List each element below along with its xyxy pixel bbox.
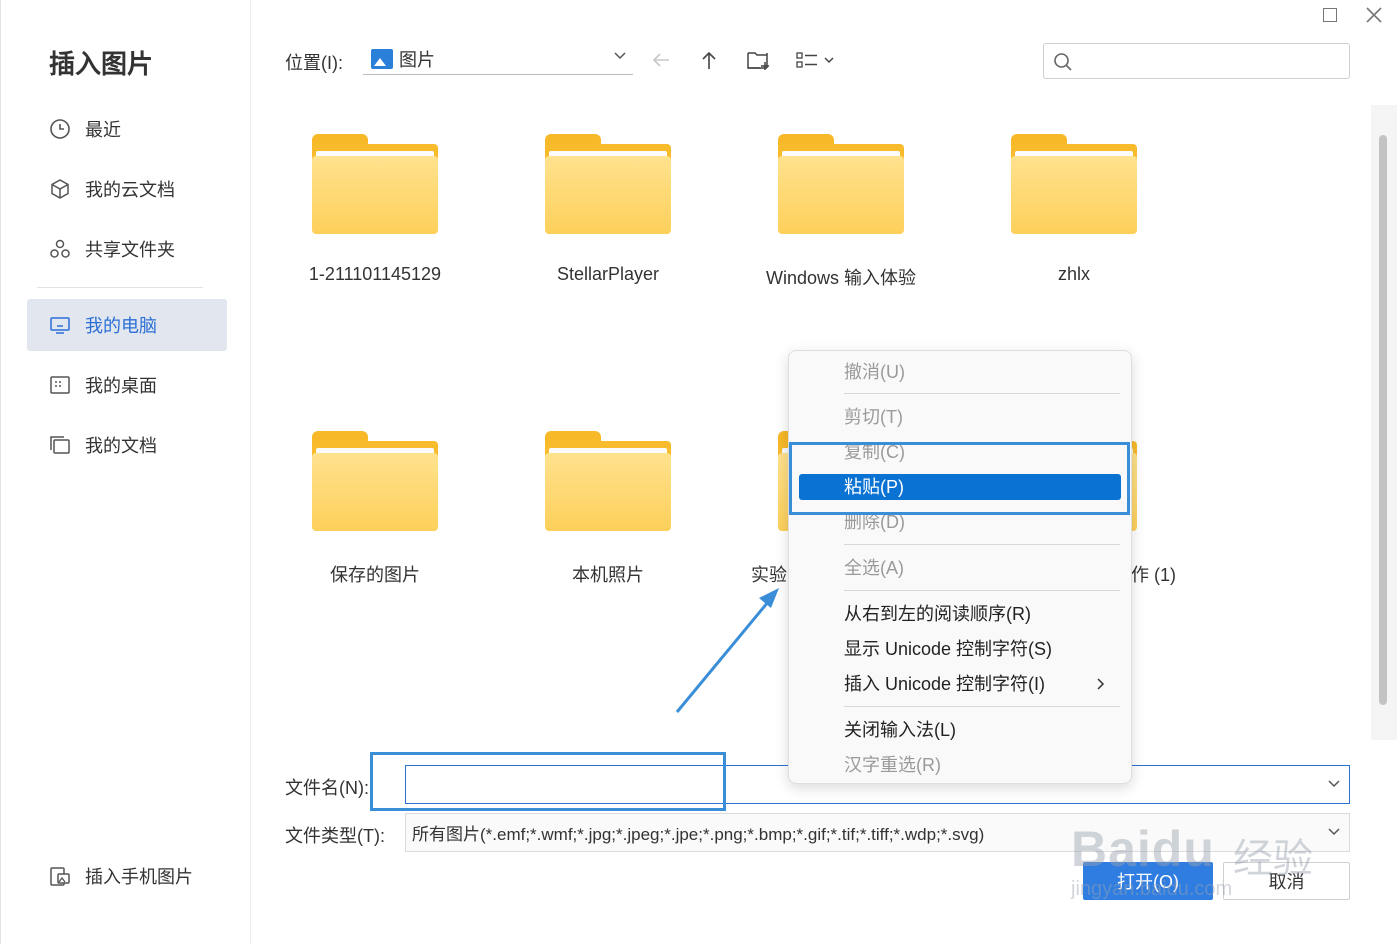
sidebar-item-label: 共享文件夹 [85,240,175,260]
sidebar-divider [37,287,203,288]
sidebar-item-insert-phone-image[interactable]: 插入手机图片 [27,850,227,902]
folder-icon [312,134,438,234]
folder-name: StellarPlayer [556,264,660,284]
folder-icon [312,431,438,531]
sidebar-item-label: 我的云文档 [85,180,175,200]
filetype-value: 所有图片(*.emf;*.wmf;*.jpg;*.jpeg;*.jpe;*.pn… [412,825,985,844]
menu-item-rtl-reading[interactable]: 从右到左的阅读顺序(R) [799,601,1121,627]
new-folder-icon[interactable] [744,46,772,74]
folder-item[interactable]: Windows 输入体验 [741,134,941,294]
maximize-icon[interactable] [1319,4,1341,26]
menu-item-undo[interactable]: 撤消(U) [799,359,1121,385]
monitor-icon [49,314,71,336]
folder-name: zhlx [1057,264,1090,284]
folder-item[interactable]: StellarPlayer [508,134,708,294]
folder-icon [545,134,671,234]
folder-item[interactable]: 1-211101145129 [275,134,475,294]
chevron-down-icon [613,48,627,65]
sidebar-item-label: 插入手机图片 [85,867,193,887]
vertical-scrollbar[interactable] [1371,105,1397,740]
folder-name: 1-211101145129 [308,264,442,284]
arrow-left-icon[interactable] [647,46,675,74]
sidebar-item-my-desktop[interactable]: 我的桌面 [27,359,227,411]
sidebar-item-label: 我的电脑 [85,316,157,336]
chevron-right-icon [1095,671,1107,704]
watermark-logo: Baidu [1071,821,1215,877]
folder-name: 作 (1) [1131,565,1176,585]
share-icon [49,238,71,260]
sidebar: 插入图片 最近 我的云文档 共享文件夹 我的电脑 我的桌面 我的文档 插入手机图… [1,0,251,944]
menu-separator [844,544,1120,545]
folder-item[interactable]: zhlx [974,134,1174,294]
filename-label: 文件名(N): [285,778,369,798]
menu-separator [844,590,1120,591]
menu-separator [844,393,1120,394]
clock-icon [49,118,71,140]
search-box[interactable] [1043,43,1350,79]
folder-icon [1011,134,1137,234]
watermark-url: jingyan.baidu.com [1071,878,1233,900]
desktop-icon [49,374,71,396]
list-view-icon[interactable] [794,46,840,74]
annotation-highlight-filename [370,752,726,811]
sidebar-item-cloud-docs[interactable]: 我的云文档 [27,163,227,215]
baidu-watermark: Baidu 经验 jingyan.baidu.com [1071,800,1331,920]
phone-image-icon [49,865,71,887]
menu-item-label: 插入 Unicode 控制字符(I) [844,674,1046,694]
menu-item-close-ime[interactable]: 关闭输入法(L) [799,717,1121,743]
folder-item[interactable]: 保存的图片 [275,431,475,591]
arrow-up-icon[interactable] [695,46,723,74]
menu-separator [844,706,1120,707]
sidebar-item-label: 我的桌面 [85,376,157,396]
filetype-label: 文件类型(T): [285,826,385,846]
folder-icon [545,431,671,531]
sidebar-item-recent[interactable]: 最近 [27,103,227,155]
folder-icon [778,134,904,234]
annotation-highlight-paste [789,442,1130,515]
context-menu: 撤消(U) 剪切(T) 复制(C) 粘贴(P) 删除(D) 全选(A) 从右到左… [788,350,1132,784]
cube-icon [49,178,71,200]
picture-folder-icon [371,49,393,69]
scrollbar-thumb[interactable] [1379,135,1387,705]
sidebar-item-my-documents[interactable]: 我的文档 [27,419,227,471]
location-dropdown[interactable]: 图片 [363,44,633,75]
search-input[interactable] [1082,44,1342,78]
menu-item-cut[interactable]: 剪切(T) [799,404,1121,430]
dialog-title: 插入图片 [49,49,154,79]
folder-item[interactable]: 本机照片 [508,431,708,591]
watermark-cn: 经验 [1233,837,1313,881]
insert-image-dialog: 插入图片 最近 我的云文档 共享文件夹 我的电脑 我的桌面 我的文档 插入手机图… [0,0,1397,944]
sidebar-item-label: 我的文档 [85,436,157,456]
sidebar-item-shared-folder[interactable]: 共享文件夹 [27,223,227,275]
sidebar-item-label: 最近 [85,120,121,140]
folder-name: 保存的图片 [330,565,420,585]
sidebar-item-my-computer[interactable]: 我的电脑 [27,299,227,351]
chevron-down-icon[interactable] [1327,776,1341,793]
menu-item-insert-unicode[interactable]: 插入 Unicode 控制字符(I) [799,671,1121,697]
menu-item-select-all[interactable]: 全选(A) [799,555,1121,581]
menu-item-show-unicode[interactable]: 显示 Unicode 控制字符(S) [799,636,1121,662]
annotation-arrow-icon [675,588,779,713]
menu-item-reconvert[interactable]: 汉字重选(R) [799,752,1121,778]
location-value: 图片 [399,50,435,70]
documents-icon [49,434,71,456]
folder-name: Windows 输入体验 [765,268,917,288]
search-icon [1053,52,1073,72]
close-icon[interactable] [1363,4,1385,26]
location-label: 位置(I): [285,53,343,73]
